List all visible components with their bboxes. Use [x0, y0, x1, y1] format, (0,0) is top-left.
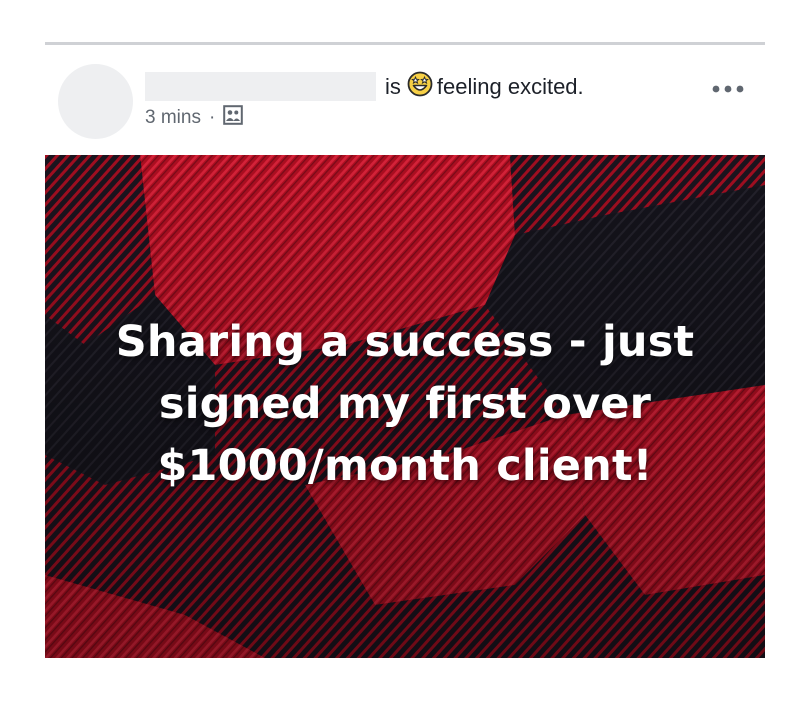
caption-line-3: $1000/month client!	[157, 441, 653, 491]
more-options-icon	[712, 80, 744, 98]
activity-is-label: is	[385, 74, 401, 99]
friends-audience-icon[interactable]	[223, 105, 244, 131]
grinning-star-eyes-emoji-icon	[407, 71, 433, 103]
avatar[interactable]	[58, 64, 133, 139]
author-name-redacted[interactable]	[145, 72, 376, 101]
post-activity: is feeling excited.	[385, 71, 584, 103]
facebook-post: is feeling excited. 3 mins · Sharing a s…	[0, 0, 800, 715]
top-divider	[45, 42, 765, 45]
activity-feeling-text[interactable]: feeling excited.	[437, 74, 584, 100]
post-image[interactable]: Sharing a success - just signed my first…	[45, 155, 765, 658]
post-meta: 3 mins ·	[145, 105, 244, 131]
caption-line-2: signed my first over	[158, 379, 652, 429]
meta-separator: ·	[208, 107, 216, 128]
post-image-caption: Sharing a success - just signed my first…	[45, 311, 765, 497]
more-options-button[interactable]	[708, 78, 748, 100]
caption-line-1: Sharing a success - just	[115, 317, 695, 367]
post-timestamp[interactable]: 3 mins	[145, 107, 201, 129]
